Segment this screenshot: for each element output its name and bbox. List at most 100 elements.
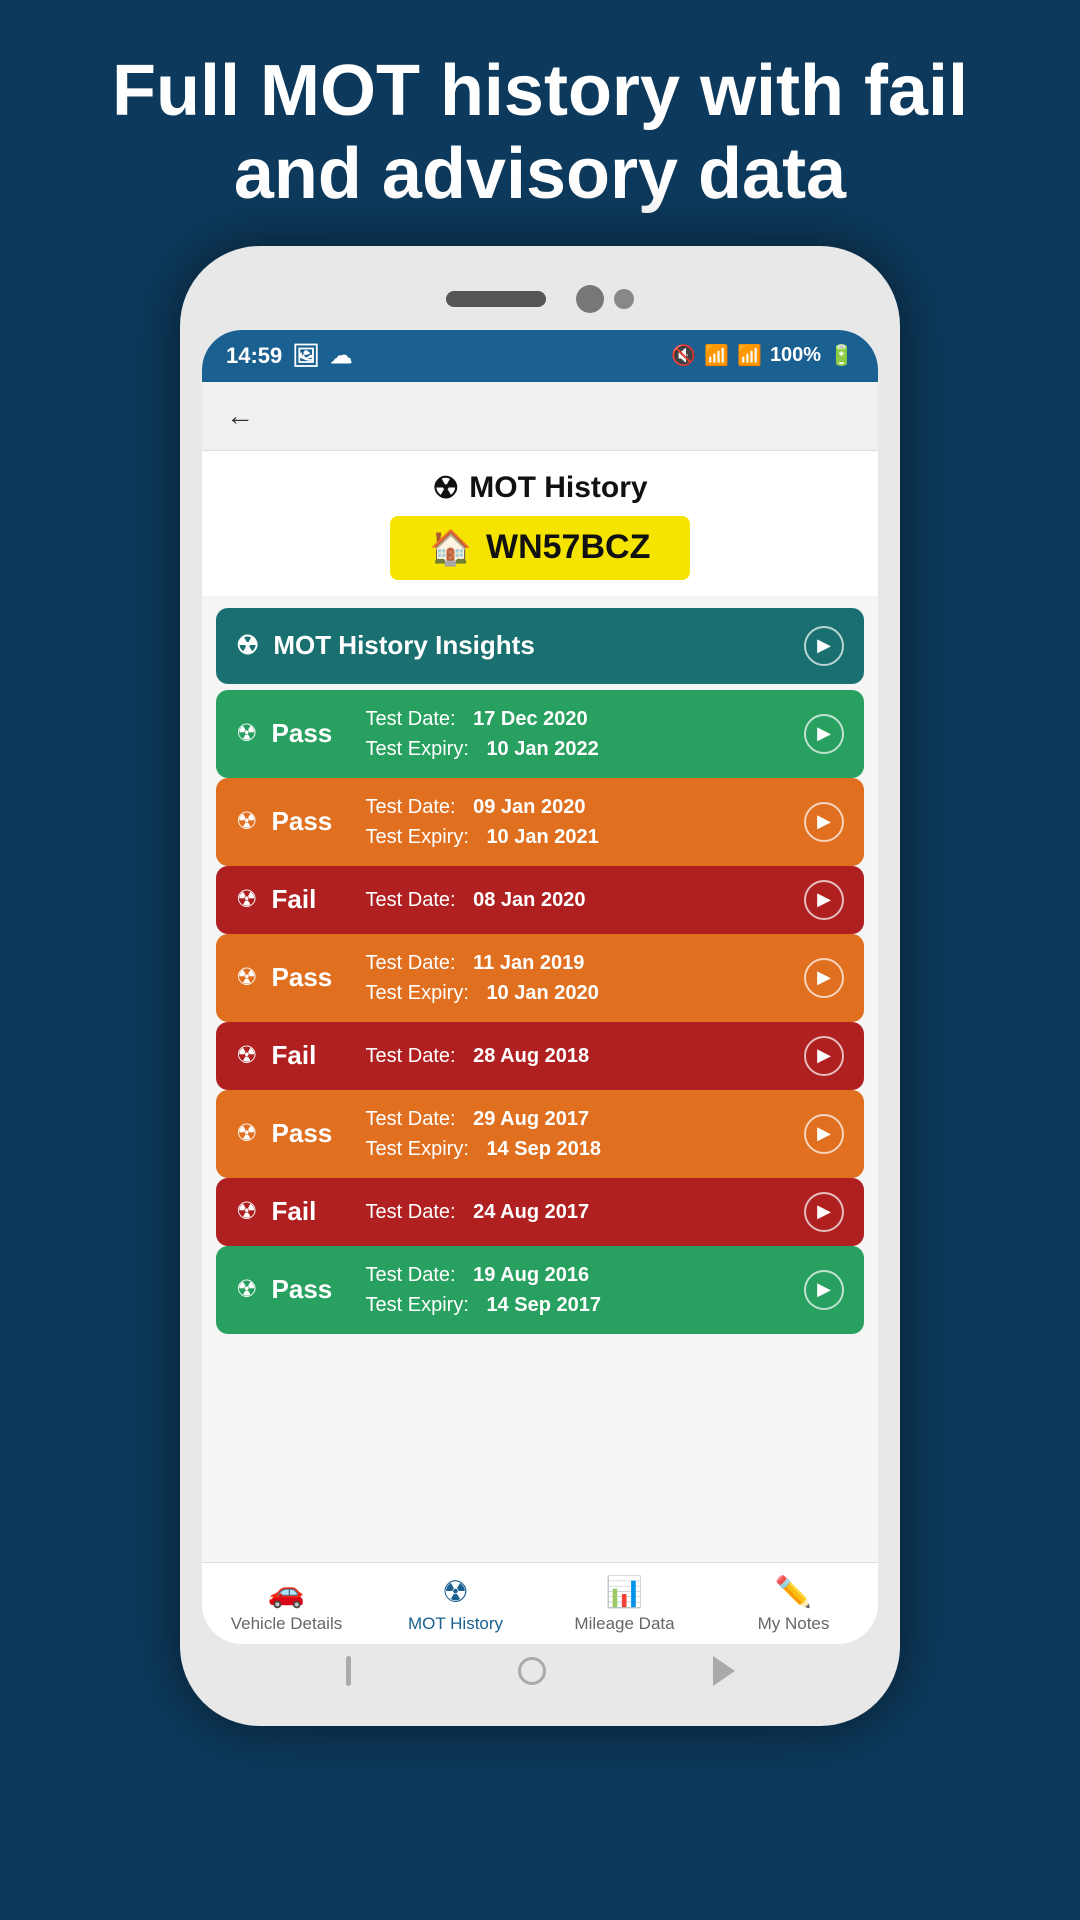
test-date-value: 19 Aug 2016 [473,1260,589,1290]
nav-my-notes-label: My Notes [758,1614,830,1634]
mot-item-play-5[interactable]: ▶ [804,1114,844,1154]
battery-label: 100% [770,344,821,367]
insights-label: MOT History Insights [273,630,534,661]
nav-vehicle-details[interactable]: 🚗 Vehicle Details [227,1575,347,1634]
nav-mileage-data[interactable]: 📊 Mileage Data [565,1575,685,1634]
mot-title-area: ☢ MOT History 🏠 WN57BCZ [202,451,878,596]
nav-mileage-label: Mileage Data [574,1614,674,1634]
mot-item-left: ☢ Pass Test Date: 11 Jan 2019Test Expiry… [236,948,599,1008]
mot-list-item[interactable]: ☢ Fail Test Date: 28 Aug 2018 ▶ [216,1022,864,1090]
mot-item-play-7[interactable]: ▶ [804,1270,844,1310]
test-date-value: 11 Jan 2019 [473,948,584,978]
mot-dates-6: Test Date: 24 Aug 2017 [366,1197,590,1227]
phone-frame: 14:59 🖼 ☁ 🔇 📶 📶 100% 🔋 ← ☢ MOT Histo [180,246,900,1726]
test-date-label: Test Date: [366,885,456,915]
reg-plate: 🏠 WN57BCZ [390,516,691,580]
page-headline: Full MOT history with fail and advisory … [0,0,1080,246]
mot-result-1: Pass [272,806,352,837]
mot-dates-5: Test Date: 29 Aug 2017Test Expiry: 14 Se… [366,1104,601,1164]
nav-mot-history-label: MOT History [408,1614,503,1634]
mot-item-play-2[interactable]: ▶ [804,880,844,920]
status-time: 14:59 [226,343,282,369]
mot-list-item[interactable]: ☢ Fail Test Date: 08 Jan 2020 ▶ [216,866,864,934]
nav-mot-history[interactable]: ☢ MOT History [396,1575,516,1634]
mot-dates-2: Test Date: 08 Jan 2020 [366,885,586,915]
mot-list-item[interactable]: ☢ Pass Test Date: 19 Aug 2016Test Expiry… [216,1246,864,1334]
mot-title-text: MOT History [469,471,647,505]
test-expiry-value: 10 Jan 2022 [486,734,598,764]
mot-title-icon: ☢ [432,471,459,506]
mot-icon-7: ☢ [236,1275,258,1304]
signal-icon: 📶 [737,343,762,368]
gesture-circle [518,1657,546,1685]
test-date-label: Test Date: [366,1260,456,1290]
mot-list-item[interactable]: ☢ Fail Test Date: 24 Aug 2017 ▶ [216,1178,864,1246]
test-expiry-value: 14 Sep 2018 [486,1134,601,1164]
mot-dates-1: Test Date: 09 Jan 2020Test Expiry: 10 Ja… [366,792,599,852]
insights-play-button[interactable]: ▶ [804,626,844,666]
status-right: 🔇 📶 📶 100% 🔋 [671,343,854,368]
phone-speaker [446,291,546,307]
test-date-value: 28 Aug 2018 [473,1041,589,1071]
mot-item-play-4[interactable]: ▶ [804,1036,844,1076]
test-expiry-label: Test Expiry: [366,734,469,764]
phone-sensor [614,289,634,309]
mot-result-0: Pass [272,718,352,749]
reg-plate-value: WN57BCZ [486,528,650,567]
test-date-value: 09 Jan 2020 [473,792,585,822]
mot-result-2: Fail [272,884,352,915]
status-cloud-icon: ☁ [330,343,352,369]
mot-item-play-6[interactable]: ▶ [804,1192,844,1232]
mot-list-item[interactable]: ☢ Pass Test Date: 29 Aug 2017Test Expiry… [216,1090,864,1178]
test-date-value: 08 Jan 2020 [473,885,585,915]
mot-list-item[interactable]: ☢ Pass Test Date: 17 Dec 2020Test Expiry… [216,690,864,778]
status-bar: 14:59 🖼 ☁ 🔇 📶 📶 100% 🔋 [202,330,878,382]
mot-result-7: Pass [272,1274,352,1305]
mot-dates-0: Test Date: 17 Dec 2020Test Expiry: 10 Ja… [366,704,599,764]
test-date-label: Test Date: [366,792,456,822]
nav-my-notes[interactable]: ✏️ My Notes [734,1575,854,1634]
notes-icon: ✏️ [775,1575,812,1610]
mot-item-play-0[interactable]: ▶ [804,714,844,754]
test-expiry-value: 10 Jan 2021 [486,822,598,852]
gesture-triangle [713,1656,735,1686]
test-date-label: Test Date: [366,948,456,978]
test-expiry-value: 14 Sep 2017 [486,1290,601,1320]
test-date-label: Test Date: [366,1104,456,1134]
status-image-icon: 🖼 [292,343,320,369]
test-date-label: Test Date: [366,1041,456,1071]
reg-plate-icon: 🏠 [430,528,472,568]
test-expiry-label: Test Expiry: [366,822,469,852]
insights-row[interactable]: ☢ MOT History Insights ▶ [216,608,864,684]
mot-item-play-1[interactable]: ▶ [804,802,844,842]
test-expiry-label: Test Expiry: [366,1290,469,1320]
test-expiry-label: Test Expiry: [366,978,469,1008]
mot-history-icon: ☢ [442,1575,469,1610]
mot-icon-6: ☢ [236,1197,258,1226]
test-date-value: 17 Dec 2020 [473,704,588,734]
mot-item-play-3[interactable]: ▶ [804,958,844,998]
back-button[interactable]: ← [226,400,254,432]
mot-item-left: ☢ Fail Test Date: 24 Aug 2017 [236,1196,589,1227]
bottom-nav: 🚗 Vehicle Details ☢ MOT History 📊 Mileag… [202,1562,878,1644]
mot-item-left: ☢ Fail Test Date: 28 Aug 2018 [236,1040,589,1071]
mute-icon: 🔇 [671,343,696,368]
test-date-value: 29 Aug 2017 [473,1104,589,1134]
gesture-lines [346,1656,351,1686]
mot-item-left: ☢ Pass Test Date: 17 Dec 2020Test Expiry… [236,704,599,764]
phone-bezel-top [202,274,878,324]
mot-dates-3: Test Date: 11 Jan 2019Test Expiry: 10 Ja… [366,948,599,1008]
mot-result-5: Pass [272,1118,352,1149]
mot-list-item[interactable]: ☢ Pass Test Date: 09 Jan 2020Test Expiry… [216,778,864,866]
mot-icon-4: ☢ [236,1041,258,1070]
mot-icon-5: ☢ [236,1119,258,1148]
test-expiry-value: 10 Jan 2020 [486,978,598,1008]
mot-list-item[interactable]: ☢ Pass Test Date: 11 Jan 2019Test Expiry… [216,934,864,1022]
mot-icon-1: ☢ [236,807,258,836]
insights-left: ☢ MOT History Insights [236,630,535,661]
mot-result-4: Fail [272,1040,352,1071]
mot-list: ☢ MOT History Insights ▶ ☢ Pass Test Dat… [202,596,878,1562]
screen-content: ☢ MOT History 🏠 WN57BCZ ☢ MOT History In… [202,451,878,1644]
mot-history-title: ☢ MOT History [202,471,878,506]
back-bar: ← [202,382,878,451]
